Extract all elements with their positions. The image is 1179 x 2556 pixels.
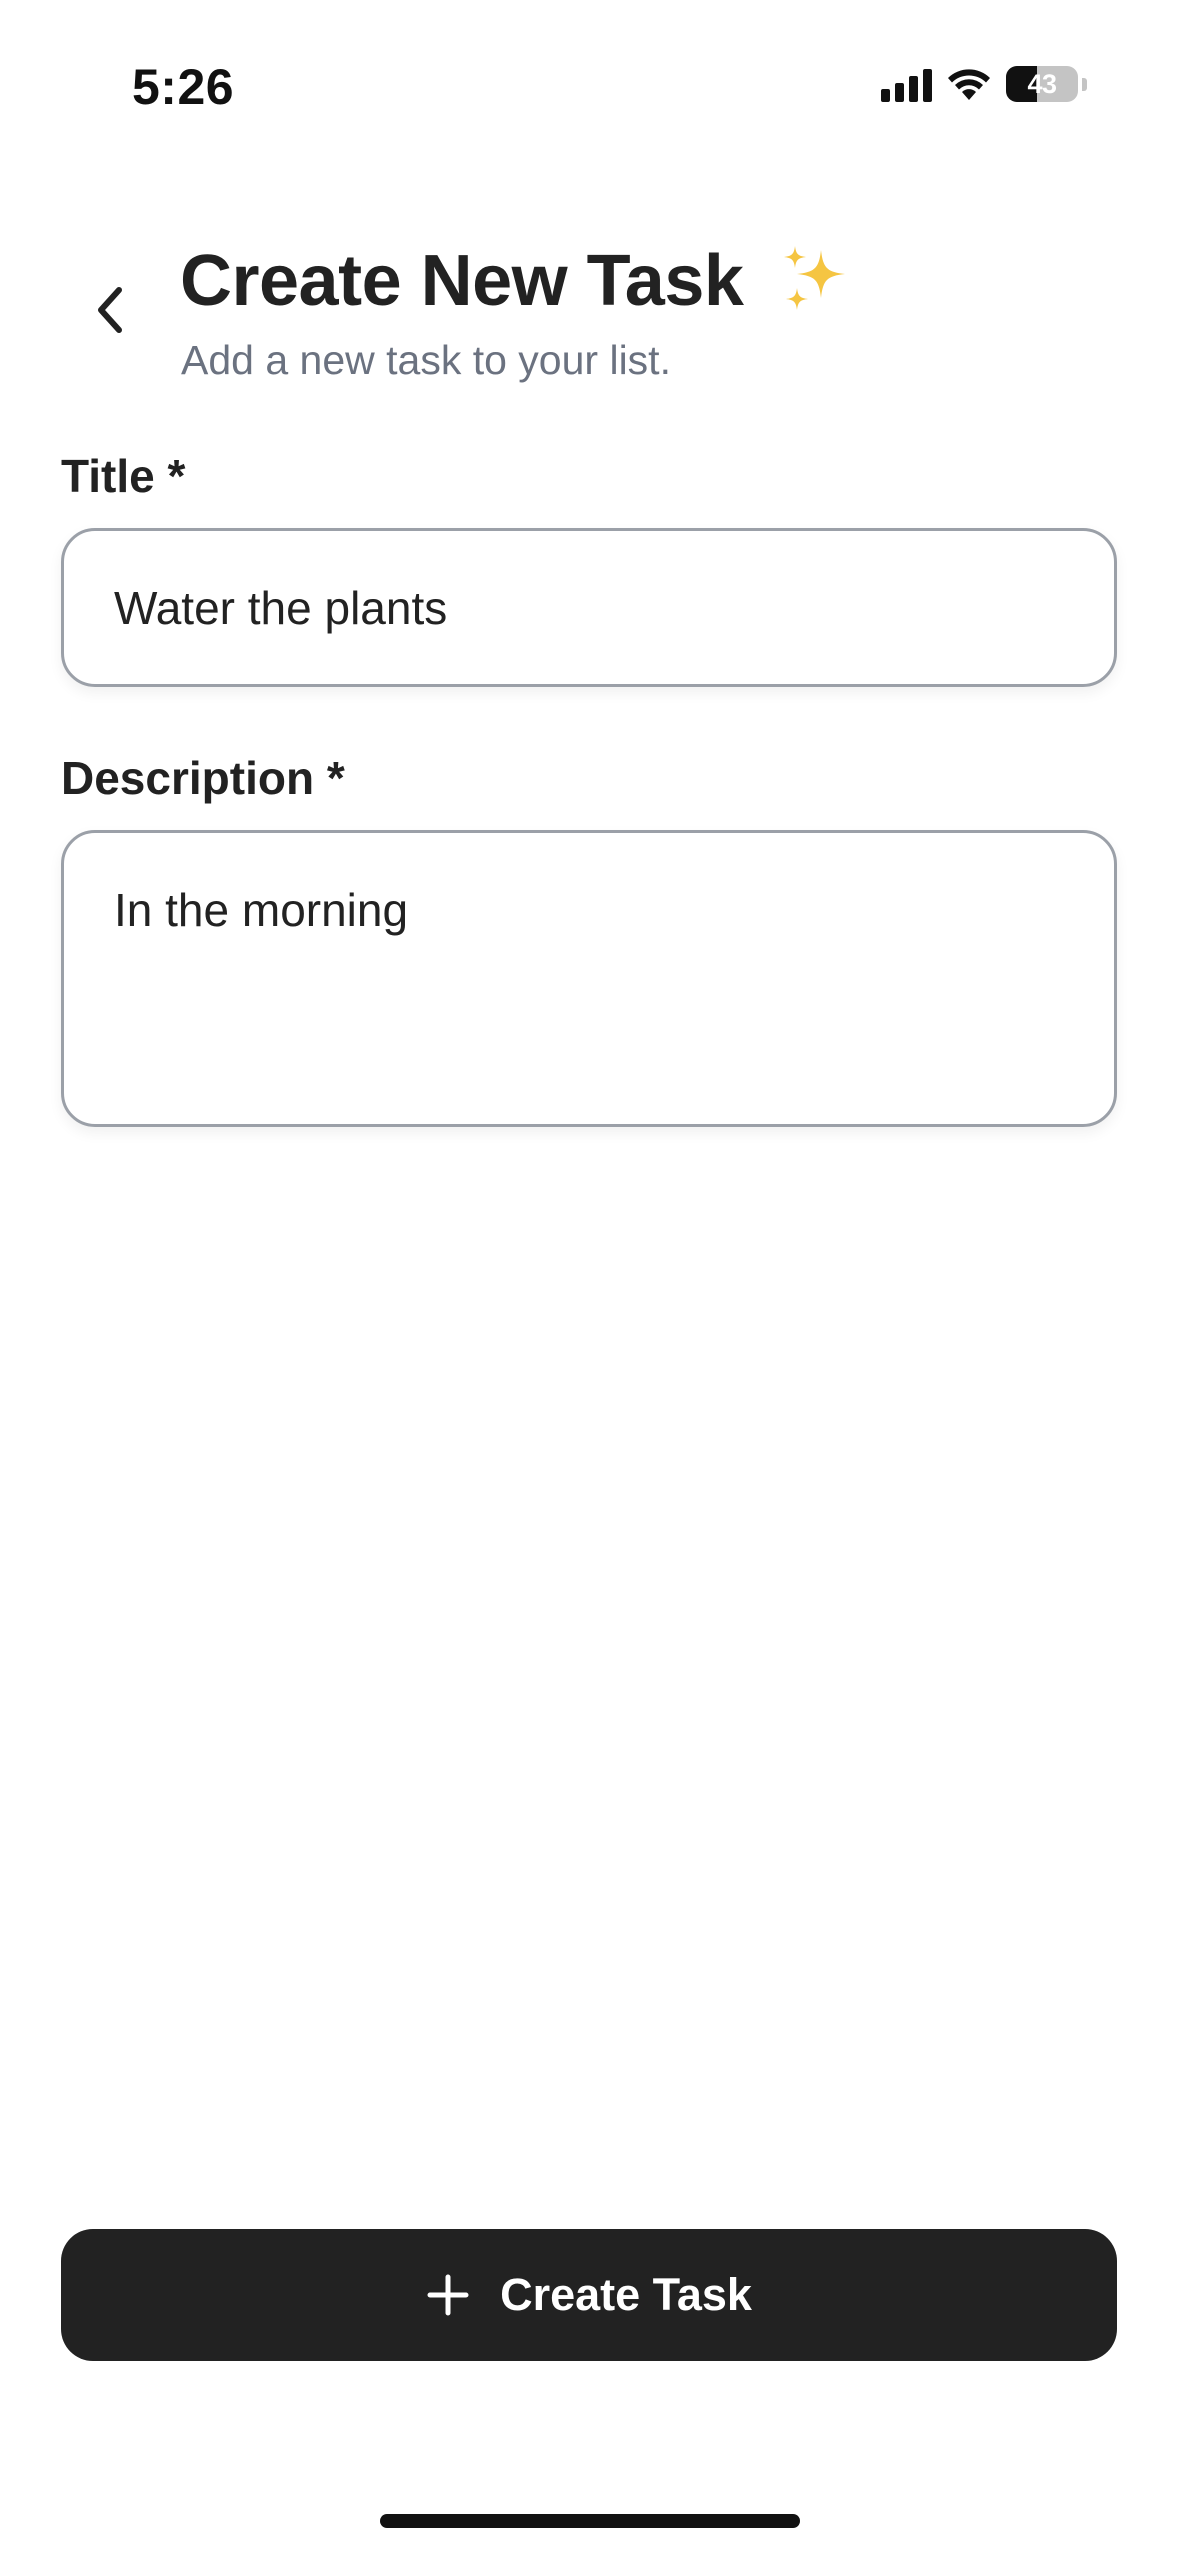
page-subtitle: Add a new task to your list. <box>181 337 671 383</box>
status-icons: 43 <box>881 66 1087 102</box>
sparkles-icon <box>783 245 845 310</box>
create-task-label: Create Task <box>500 2269 752 2320</box>
wifi-icon <box>948 69 990 100</box>
title-input[interactable] <box>61 528 1117 687</box>
status-time: 5:26 <box>132 59 235 115</box>
cellular-signal-icon <box>881 66 932 102</box>
title-label: Title * <box>61 450 186 502</box>
create-task-button[interactable]: Create Task <box>61 2229 1117 2361</box>
page-title: Create New Task <box>180 240 853 324</box>
description-input[interactable]: In the morning <box>61 830 1117 1127</box>
description-label: Description * <box>61 752 345 804</box>
back-button[interactable] <box>80 280 140 340</box>
create-task-screen: 5:26 43 Create New Task Add a new task t… <box>0 0 1179 2556</box>
home-indicator <box>380 2514 800 2528</box>
page-title-text: Create New Task <box>180 241 744 321</box>
battery-icon: 43 <box>1006 66 1078 102</box>
battery-tip <box>1082 77 1087 91</box>
chevron-left-icon <box>98 287 122 333</box>
plus-icon <box>427 2274 469 2316</box>
battery-level: 43 <box>1027 68 1057 99</box>
